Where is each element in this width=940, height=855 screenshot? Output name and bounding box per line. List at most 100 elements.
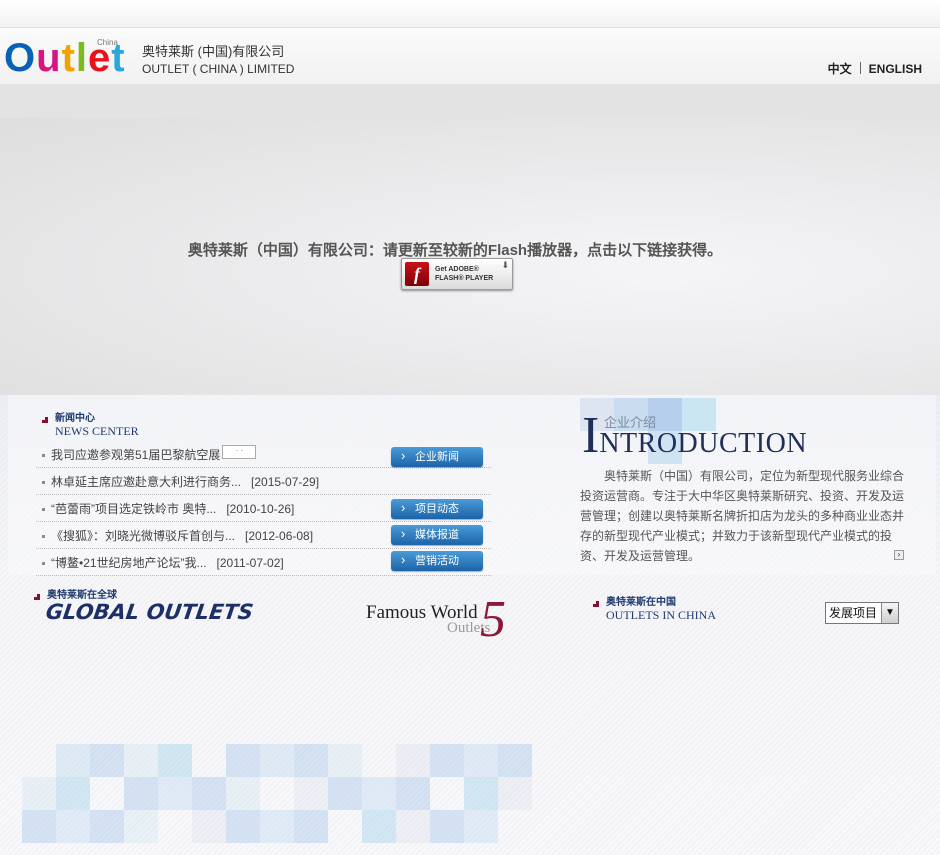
news-item-text: “博鳌•21世纪房地产论坛”我... [2011-07-02] xyxy=(51,550,284,576)
news-item-date: [2010-10-26] xyxy=(226,502,295,516)
news-item-title: “芭蕾雨”项目选定铁岭市 奥特... xyxy=(51,502,217,516)
mosaic-tile xyxy=(124,810,158,843)
get-flash-label: Get ADOBE® FLASH® PLAYER xyxy=(435,265,493,283)
company-name-en: OUTLET ( CHINA ) LIMITED xyxy=(142,62,295,76)
lang-chinese-link[interactable]: 中文 xyxy=(828,62,852,76)
intro-title-rest: NTRODUCTION xyxy=(599,428,808,459)
news-item-text: 《搜狐》：刘晓光微博驳斥首创与... [2012-06-08] xyxy=(51,523,313,549)
more-arrow-icon[interactable]: › xyxy=(894,550,904,560)
bottom-mosaic-decoration xyxy=(0,740,532,855)
mosaic-tile xyxy=(22,777,56,810)
flash-banner: 奥特莱斯（中国）有限公司：请更新至较新的Flash播放器，点击以下链接获得。 f… xyxy=(0,118,940,395)
outlets-in-china-heading: 奥特莱斯在中国 OUTLETS IN CHINA xyxy=(593,597,716,622)
mosaic-tile xyxy=(294,810,328,843)
flash-icon: f xyxy=(405,262,429,286)
lang-english-link[interactable]: ENGLISH xyxy=(869,62,922,76)
news-item-date: [2015-07-29] xyxy=(251,475,320,489)
mosaic-tile xyxy=(124,777,158,810)
get-flash-player-button[interactable]: f Get ADOBE® FLASH® PLAYER ⬇ xyxy=(401,258,513,290)
mosaic-tile xyxy=(328,777,362,810)
mosaic-tile xyxy=(294,777,328,810)
news-item-text: 林卓延主席应邀赴意大利进行商务... [2015-07-29] xyxy=(51,469,319,495)
chevron-down-icon[interactable]: ▼ xyxy=(881,603,898,623)
flash-update-message: 奥特莱斯（中国）有限公司：请更新至较新的Flash播放器，点击以下链接获得。 xyxy=(187,242,723,259)
intro-title-initial: I xyxy=(582,407,600,464)
intro-paragraph: 奥特莱斯（中国）有限公司，定位为新型现代服务业综合投资运营商。专注于大中华区奥特… xyxy=(580,469,905,563)
mosaic-tile xyxy=(430,744,464,777)
media-reports-button[interactable]: 媒体报道 xyxy=(391,524,483,545)
mosaic-tile xyxy=(430,810,464,843)
logo[interactable]: Outlet China xyxy=(4,36,139,82)
news-center-title-en: NEWS CENTER xyxy=(55,424,139,438)
download-arrow-icon: ⬇ xyxy=(501,261,509,271)
news-item-date: [2011-07-02] xyxy=(216,556,284,570)
global-outlets-title-en: GLOBAL OUTLETS xyxy=(44,600,255,624)
logo-china: China xyxy=(97,38,118,47)
new-badge-icon: · · xyxy=(222,445,257,459)
marketing-events-button[interactable]: 营销活动 xyxy=(391,550,483,571)
development-projects-select[interactable]: 发展项目 ▼ xyxy=(825,602,899,624)
select-value: 发展项目 xyxy=(829,606,878,620)
mosaic-tile xyxy=(158,744,192,777)
list-bullet xyxy=(42,454,45,457)
header: Outlet China 奥特莱斯 (中国)有限公司 OUTLET ( CHIN… xyxy=(0,28,940,84)
language-switcher: 中文 ENGLISH xyxy=(828,60,922,77)
news-item[interactable]: 林卓延主席应邀赴意大利进行商务... [2015-07-29] xyxy=(36,469,491,495)
china-outlets-title-en: OUTLETS IN CHINA xyxy=(606,608,716,622)
news-item-text: “芭蕾雨”项目选定铁岭市 奥特... [2010-10-26] xyxy=(51,496,294,522)
list-bullet xyxy=(42,508,45,511)
list-bullet xyxy=(42,535,45,538)
mosaic-tile xyxy=(294,744,328,777)
news-item-title: “博鳌•21世纪房地产论坛”我... xyxy=(51,556,207,570)
mosaic-tile xyxy=(226,810,260,843)
mosaic-tile xyxy=(260,810,294,843)
mosaic-tile xyxy=(396,744,430,777)
mosaic-tile xyxy=(158,777,192,810)
header-divider-band xyxy=(0,84,940,118)
news-item-date: [2012-06-08] xyxy=(245,529,314,543)
mosaic-tile xyxy=(90,744,124,777)
famous-world-outlets-banner[interactable]: Famous World Outlets 5 xyxy=(366,591,526,648)
mosaic-tile xyxy=(56,810,90,843)
news-item-text: 我司应邀参观第51届巴黎航空展 · · xyxy=(51,442,257,468)
mosaic-tile xyxy=(328,744,362,777)
mosaic-tile xyxy=(124,744,158,777)
mosaic-tile xyxy=(260,744,294,777)
project-updates-button[interactable]: 项目动态 xyxy=(391,498,483,519)
mosaic-tile xyxy=(226,744,260,777)
mosaic-tile xyxy=(362,810,396,843)
list-bullet xyxy=(42,481,45,484)
top-strip xyxy=(0,0,940,28)
mosaic-tile xyxy=(464,777,498,810)
mosaic-tile xyxy=(464,810,498,843)
bullet-icon xyxy=(34,594,41,601)
company-name-cn: 奥特莱斯 (中国)有限公司 xyxy=(142,44,285,59)
mosaic-tile xyxy=(396,777,430,810)
mosaic-tile xyxy=(22,810,56,843)
news-item-title: 我司应邀参观第51届巴黎航空展 xyxy=(51,448,221,462)
list-bullet xyxy=(42,562,45,565)
mosaic-tile xyxy=(226,777,260,810)
mosaic-tile xyxy=(498,777,532,810)
bullet-icon xyxy=(593,601,600,608)
news-center-heading: 新闻中心 NEWS CENTER xyxy=(42,413,139,438)
famous-number: 5 xyxy=(480,591,506,648)
global-outlets-heading[interactable]: 奥特莱斯在全球 GLOBAL OUTLETS xyxy=(34,590,255,624)
mosaic-tile xyxy=(192,777,226,810)
intro-title-en: INTRODUCTION xyxy=(582,410,808,462)
company-name: 奥特莱斯 (中国)有限公司 OUTLET ( CHINA ) LIMITED xyxy=(142,44,294,77)
mosaic-tile xyxy=(56,777,90,810)
news-item-title: 《搜狐》：刘晓光微博驳斥首创与... xyxy=(51,529,236,543)
mosaic-tile xyxy=(464,744,498,777)
news-item-title: 林卓延主席应邀赴意大利进行商务... xyxy=(51,475,242,489)
mosaic-tile xyxy=(396,810,430,843)
get-flash-line2: FLASH® PLAYER xyxy=(435,275,494,282)
corporate-news-button[interactable]: 企业新闻 xyxy=(391,446,483,467)
mosaic-tile xyxy=(192,810,226,843)
mosaic-tile xyxy=(90,810,124,843)
mosaic-tile xyxy=(498,744,532,777)
mosaic-tile xyxy=(56,744,90,777)
lang-divider xyxy=(859,62,861,74)
logo-word: Outlet xyxy=(4,36,126,80)
mosaic-tile xyxy=(362,777,396,810)
